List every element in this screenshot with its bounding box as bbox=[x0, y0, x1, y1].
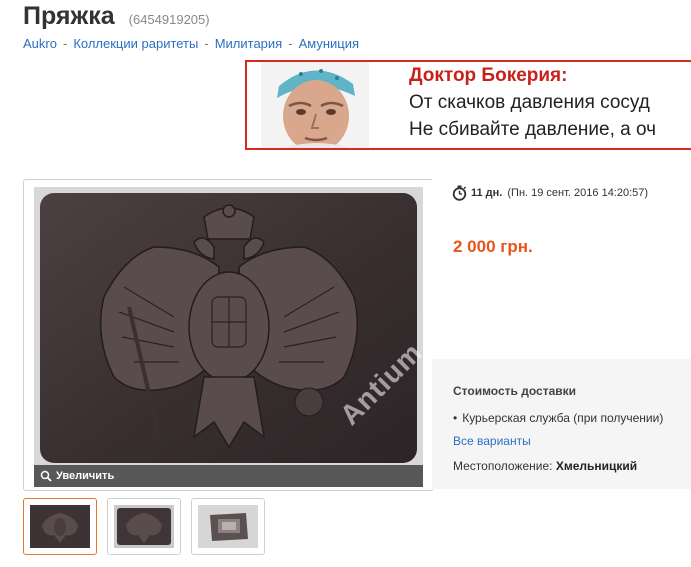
time-left: 11 дн. bbox=[471, 187, 503, 199]
breadcrumb-separator: - bbox=[62, 36, 68, 51]
magnifier-icon bbox=[40, 470, 52, 482]
advertisement-banner[interactable]: Доктор Бокерия: От скачков давления сосу… bbox=[245, 60, 691, 150]
breadcrumb-aukro[interactable]: Aukro bbox=[23, 36, 57, 51]
location-value: Хмельницкий bbox=[555, 459, 638, 473]
item-header: Пряжка (6454919205) bbox=[23, 2, 210, 31]
time-left-row: 11 дн. (Пн. 19 сент. 2016 14:20:57) bbox=[452, 185, 648, 201]
location-row: Местоположение: Хмельницкий bbox=[453, 459, 637, 473]
ad-doctor-photo bbox=[261, 62, 369, 148]
thumbnail-3[interactable] bbox=[191, 498, 265, 555]
breadcrumb-ammunition[interactable]: Амуниция bbox=[299, 36, 359, 51]
breadcrumb: Aukro - Коллекции раритеты - Милитария - Амуни… bbox=[23, 36, 359, 51]
stopwatch-icon bbox=[452, 185, 467, 201]
all-shipping-options-link[interactable]: Все варианты bbox=[453, 434, 531, 448]
ad-text-line: От скачков давления сосуд bbox=[409, 92, 650, 113]
thumbnail-image bbox=[114, 505, 174, 548]
item-id: (6454919205) bbox=[128, 12, 210, 27]
shipping-title: Стоимость доставки bbox=[453, 384, 577, 398]
ad-title: Доктор Бокерия: bbox=[409, 65, 568, 86]
belt-buckle-image bbox=[34, 187, 423, 487]
auction-info: 11 дн. (Пн. 19 сент. 2016 14:20:57) 2 00… bbox=[432, 179, 691, 359]
thumbnail-image bbox=[30, 505, 90, 548]
location-label: Местоположение: bbox=[453, 459, 553, 473]
breadcrumb-separator: - bbox=[204, 36, 209, 51]
thumbnail-1[interactable] bbox=[23, 498, 97, 555]
bullet-icon: • bbox=[453, 411, 458, 425]
zoom-label: Увеличить bbox=[56, 470, 115, 482]
item-title: Пряжка bbox=[23, 2, 115, 30]
breadcrumb-separator: - bbox=[288, 36, 293, 51]
shipping-panel: Стоимость доставки • Курьерская служба (п… bbox=[432, 359, 691, 489]
thumbnail-2[interactable] bbox=[107, 498, 181, 555]
main-photo[interactable]: Antium Увеличить bbox=[34, 187, 423, 487]
breadcrumb-militaria[interactable]: Милитария bbox=[215, 36, 283, 51]
photo-gallery: Antium Увеличить bbox=[23, 179, 434, 491]
breadcrumb-collections[interactable]: Коллекции раритеты bbox=[73, 36, 198, 51]
price: 2 000 грн. bbox=[453, 237, 533, 256]
thumbnail-image bbox=[198, 505, 258, 548]
ad-text-line: Не сбивайте давление, а оч bbox=[409, 119, 657, 140]
shipping-method-label: Курьерская служба (при получении) bbox=[462, 411, 664, 425]
shipping-method: • Курьерская служба (при получении) bbox=[453, 411, 663, 425]
end-date: (Пн. 19 сент. 2016 14:20:57) bbox=[507, 187, 649, 199]
zoom-button[interactable]: Увеличить bbox=[34, 465, 423, 487]
